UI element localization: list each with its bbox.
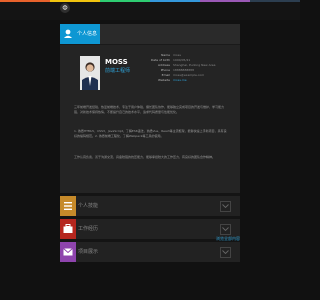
profile-paragraph: 三年前端开发经验，热爱前端技术，专注于用户体验，擅长团队协作，能够独立完成项目的… <box>74 105 225 114</box>
section-header-work[interactable]: 工作经历 <box>60 219 240 239</box>
info-row[interactable]: Website moss.me <box>150 78 216 83</box>
section-title: 个人技能 <box>78 203 99 209</box>
resume-panel: 个人信息 MOSS 前端工程师 Name moss Date of birth 19… <box>60 24 240 262</box>
chevron-down-icon[interactable] <box>220 247 231 258</box>
top-bar: Φ <box>0 0 300 20</box>
section-header-info[interactable]: 个人信息 <box>60 24 240 44</box>
chevron-down-icon[interactable] <box>220 224 231 235</box>
view-all-link[interactable]: 浏览全部内容 <box>216 236 240 242</box>
profile-info-list: Name moss Date of birth 1990/05/21 Address… <box>150 53 216 83</box>
user-icon <box>60 24 76 44</box>
chevron-down-icon[interactable] <box>220 201 231 212</box>
section-title: 项目展示 <box>78 249 99 255</box>
section-title: 个人信息 <box>77 31 98 37</box>
mail-icon <box>60 242 76 262</box>
avatar <box>80 56 100 90</box>
color-stripe <box>0 0 300 2</box>
section-header-skills[interactable]: 个人技能 <box>60 196 240 216</box>
skills-icon <box>60 196 76 216</box>
section-title: 工作经历 <box>78 226 99 232</box>
section-body-info: MOSS 前端工程师 Name moss Date of birth 1990/05… <box>60 44 240 193</box>
profile-paragraph: 工作认真负责，善于沟通交流，具备较强的抗压能力，能够承担较大的工作压力，有良好的… <box>74 155 216 159</box>
briefcase-icon <box>60 219 76 239</box>
profile-role: 前端工程师 <box>105 68 131 74</box>
logo-icon[interactable]: Φ <box>60 3 70 13</box>
website-link: moss.me <box>173 78 187 82</box>
profile-name: MOSS <box>105 58 128 66</box>
profile-paragraph: 1. 熟悉HTML5、CSS3、JavaScript，了解ES6语法，熟悉Vue… <box>74 129 227 138</box>
section-header-projects[interactable]: 项目展示 <box>60 242 240 262</box>
